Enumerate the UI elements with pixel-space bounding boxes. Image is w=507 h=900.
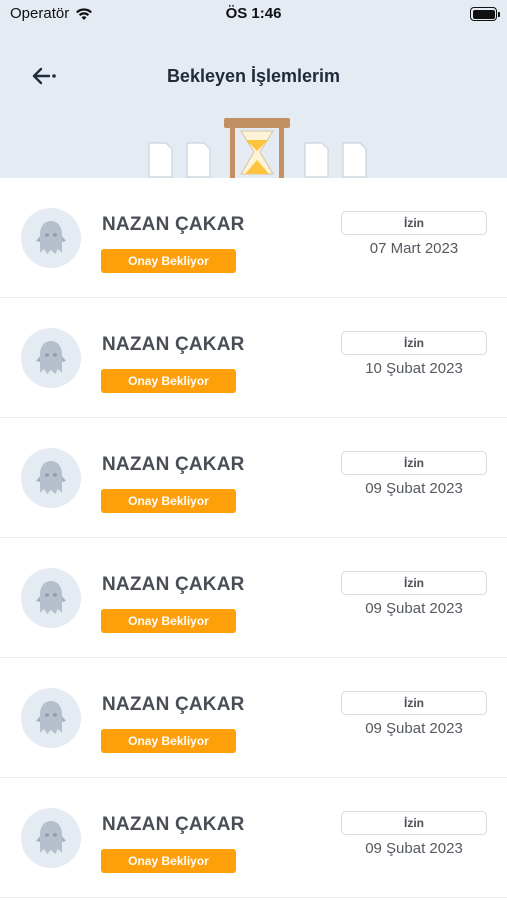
request-date: 09 Şubat 2023 [365, 480, 463, 497]
request-type-label: İzin [341, 571, 487, 595]
employee-name: NAZAN ÇAKAR [102, 214, 245, 235]
employee-name: NAZAN ÇAKAR [102, 334, 245, 355]
status-time: ÖS 1:46 [225, 5, 282, 22]
ghost-icon [36, 341, 66, 374]
avatar [21, 568, 81, 628]
request-type-label: İzin [341, 811, 487, 835]
request-date: 09 Şubat 2023 [365, 840, 463, 857]
request-date: 10 Şubat 2023 [365, 360, 463, 377]
battery-icon [470, 7, 500, 21]
employee-name: NAZAN ÇAKAR [102, 454, 245, 475]
list-item[interactable]: NAZAN ÇAKAR Onay Bekliyor İzin 07 Mart 2… [0, 178, 507, 298]
request-date: 07 Mart 2023 [369, 240, 459, 257]
request-type-label: İzin [341, 331, 487, 355]
avatar [21, 328, 81, 388]
status-badge[interactable]: Onay Bekliyor [101, 849, 236, 873]
avatar [21, 448, 81, 508]
hourglass-documents-icon [148, 118, 367, 178]
status-badge[interactable]: Onay Bekliyor [101, 249, 236, 273]
employee-name: NAZAN ÇAKAR [102, 814, 245, 835]
avatar [21, 688, 81, 748]
page-title: Bekleyen İşlemlerim [166, 66, 341, 86]
ghost-icon [36, 461, 66, 494]
ghost-icon [36, 821, 66, 854]
status-badge[interactable]: Onay Bekliyor [101, 609, 236, 633]
request-date: 09 Şubat 2023 [365, 600, 463, 617]
request-type-label: İzin [341, 211, 487, 235]
request-type-label: İzin [341, 691, 487, 715]
request-type-label: İzin [341, 451, 487, 475]
list-item[interactable]: NAZAN ÇAKAR Onay Bekliyor İzin 09 Şubat … [0, 778, 507, 898]
avatar [21, 208, 81, 268]
header: Operatör ÖS 1:46 Bekleyen İşlemlerim [0, 0, 507, 178]
list-item[interactable]: NAZAN ÇAKAR Onay Bekliyor İzin 09 Şubat … [0, 538, 507, 658]
employee-name: NAZAN ÇAKAR [102, 574, 245, 595]
request-date: 09 Şubat 2023 [365, 720, 463, 737]
list-item[interactable]: NAZAN ÇAKAR Onay Bekliyor İzin 09 Şubat … [0, 418, 507, 538]
ghost-icon [36, 701, 66, 734]
employee-name: NAZAN ÇAKAR [102, 694, 245, 715]
status-bar: Operatör ÖS 1:46 [0, 0, 507, 30]
status-badge[interactable]: Onay Bekliyor [101, 489, 236, 513]
pending-requests-list: NAZAN ÇAKAR Onay Bekliyor İzin 07 Mart 2… [0, 178, 507, 898]
status-badge[interactable]: Onay Bekliyor [101, 729, 236, 753]
ghost-icon [36, 221, 66, 254]
status-badge[interactable]: Onay Bekliyor [101, 369, 236, 393]
list-item[interactable]: NAZAN ÇAKAR Onay Bekliyor İzin 09 Şubat … [0, 658, 507, 778]
list-item[interactable]: NAZAN ÇAKAR Onay Bekliyor İzin 10 Şubat … [0, 298, 507, 418]
ghost-icon [36, 581, 66, 614]
avatar [21, 808, 81, 868]
